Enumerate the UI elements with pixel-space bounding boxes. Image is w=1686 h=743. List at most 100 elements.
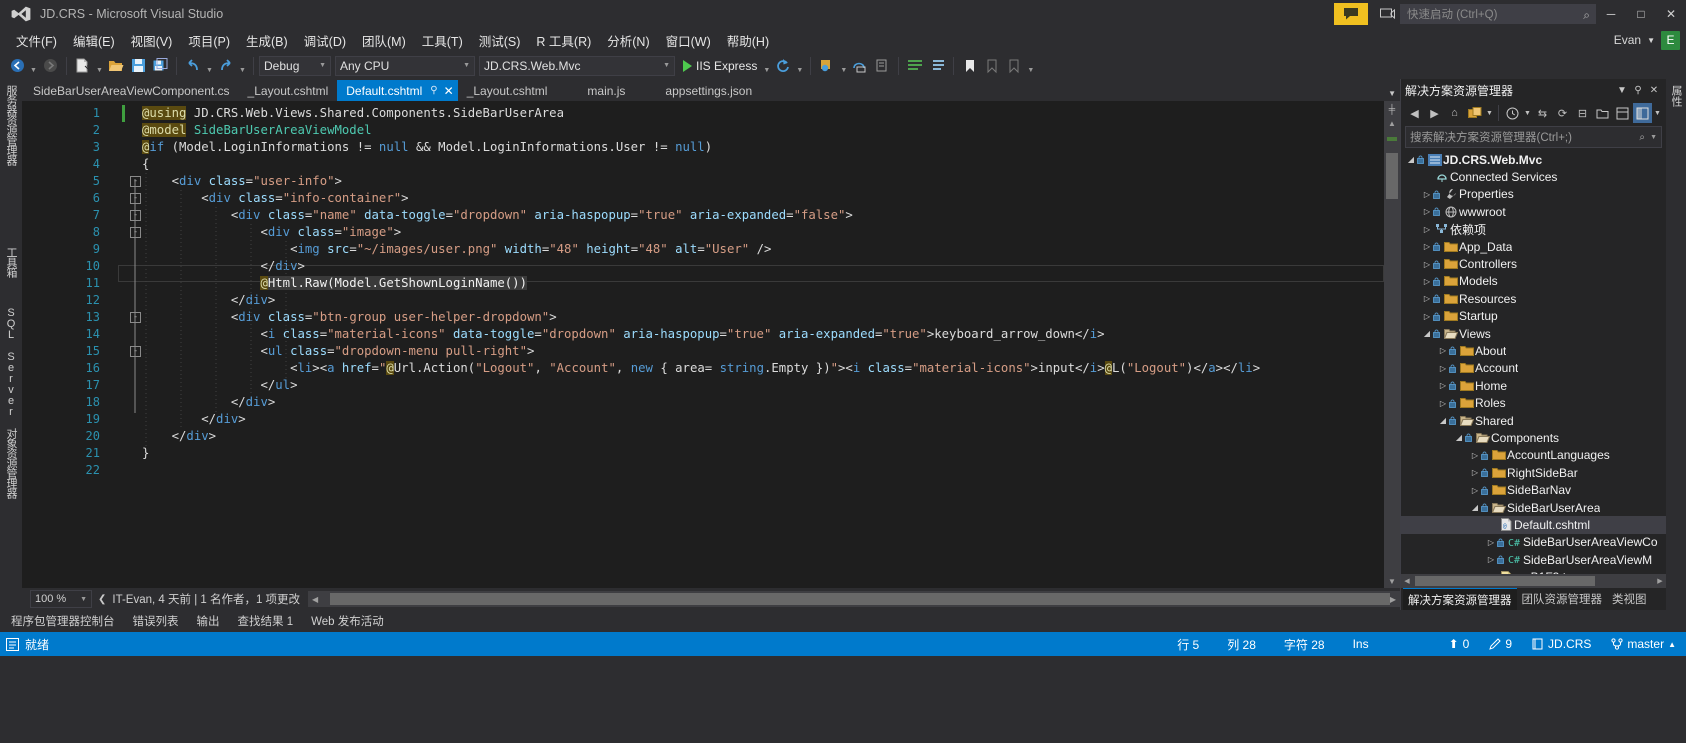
vertical-scroll-thumb[interactable] — [1386, 153, 1398, 199]
expand-arrow-icon[interactable]: ▷ — [1437, 364, 1449, 373]
scroll-down-arrow[interactable]: ▼ — [1384, 577, 1400, 586]
tab-team-explorer[interactable]: 团队资源管理器 — [1517, 589, 1608, 610]
tree-item-controllers[interactable]: ▷ Controllers — [1401, 255, 1666, 272]
navigate-forward-button[interactable] — [39, 55, 61, 77]
menu-window[interactable]: 窗口(W) — [658, 29, 719, 52]
pending-changes-filter-icon[interactable] — [1503, 103, 1522, 123]
properties-icon[interactable] — [1613, 103, 1632, 123]
minimize-button[interactable]: ─ — [1596, 0, 1626, 28]
expand-arrow-icon[interactable]: ▷ — [1437, 346, 1449, 355]
codelens-authors[interactable]: IT-Evan, 4 天前 | 1 名作者，1 项更改 — [112, 591, 300, 607]
editor-vertical-scrollbar[interactable]: ╪ ▲ ▼ — [1384, 101, 1400, 588]
comment-lines-icon[interactable] — [904, 55, 926, 77]
menu-edit[interactable]: 编辑(E) — [65, 29, 123, 52]
tree-item-app-data[interactable]: ▷ App_Data — [1401, 238, 1666, 255]
chevron-down-icon[interactable]: ▼ — [1614, 85, 1630, 96]
collapse-glyph[interactable]: - — [130, 227, 141, 238]
tree-item-sidebarnav[interactable]: ▷ SideBarNav — [1401, 481, 1666, 498]
start-debugging-dropdown[interactable]: ▼ — [761, 52, 772, 80]
switch-views-dropdown[interactable]: ▼ — [1485, 103, 1494, 123]
navigate-backward-dropdown[interactable]: ▼ — [28, 52, 39, 80]
expand-arrow-icon[interactable]: ▷ — [1437, 399, 1449, 408]
step-over-icon[interactable] — [849, 55, 871, 77]
tree-item-jd-crs-web-mvc[interactable]: ◢ JD.CRS.Web.Mvc — [1401, 151, 1666, 168]
switch-views-icon[interactable] — [1465, 103, 1484, 123]
status-branch[interactable]: master ▲ — [1601, 632, 1686, 656]
save-icon[interactable] — [127, 55, 149, 77]
quick-launch-input[interactable]: 快速启动 (Ctrl+Q) ⌕ — [1400, 4, 1596, 24]
menu-help[interactable]: 帮助(H) — [719, 29, 777, 52]
menu-view[interactable]: 视图(V) — [123, 29, 181, 52]
sync-with-active-document-icon[interactable]: ⇆ — [1533, 103, 1552, 123]
expand-arrow-icon[interactable]: ▷ — [1421, 260, 1433, 269]
sql-object-explorer-tab[interactable]: SQL Server 对象资源管理器 — [2, 307, 20, 498]
tree-item-resources[interactable]: ▷ Resources — [1401, 290, 1666, 307]
startup-project-combo[interactable]: JD.CRS.Web.Mvc ▼ — [479, 55, 675, 76]
menu-project[interactable]: 项目(P) — [180, 29, 238, 52]
scroll-right-arrow[interactable]: ▶ — [1654, 577, 1666, 585]
expand-arrow-open-icon[interactable]: ◢ — [1405, 155, 1417, 164]
tree-item-shared[interactable]: ◢ Shared — [1401, 412, 1666, 429]
uncomment-lines-icon[interactable] — [926, 55, 948, 77]
toggle-bookmark-icon[interactable] — [959, 55, 981, 77]
editor-tab-sidebaruserareaviewcomponent[interactable]: SideBarUserAreaViewComponent.cs — [24, 80, 239, 101]
collapse-glyph[interactable]: - — [130, 176, 141, 187]
scroll-left-arrow[interactable]: ◀ — [1401, 577, 1413, 585]
account-area[interactable]: Evan ▼ E — [1614, 28, 1680, 52]
expand-arrow-open-icon[interactable]: ◢ — [1437, 416, 1449, 425]
collapse-glyph[interactable]: - — [130, 193, 141, 204]
expand-arrow-icon[interactable]: ▷ — [1421, 277, 1433, 286]
next-bookmark-icon[interactable] — [1003, 55, 1025, 77]
close-icon[interactable]: ✕ — [444, 84, 454, 98]
solution-tree[interactable]: ◢ JD.CRS.Web.Mvc Connected Services ▷ Proper… — [1401, 151, 1666, 574]
toolbox-tab[interactable]: 工具箱 — [2, 247, 20, 277]
tree-item-connected-services[interactable]: Connected Services — [1401, 168, 1666, 185]
collapse-glyph[interactable]: - — [130, 210, 141, 221]
expand-arrow-icon[interactable]: ▷ — [1421, 207, 1433, 216]
new-project-dropdown[interactable]: ▼ — [94, 52, 105, 80]
dock-tab-find-results[interactable]: 查找结果 1 — [229, 611, 303, 632]
tree-item-home[interactable]: ▷ Home — [1401, 377, 1666, 394]
chevron-down-icon[interactable]: ▼ — [1650, 134, 1657, 141]
filter-dropdown[interactable]: ▼ — [1523, 103, 1532, 123]
collapse-glyph[interactable]: - — [130, 346, 141, 357]
editor-tab-appsettings[interactable]: appsettings.json — [656, 80, 761, 101]
tree-item-startup[interactable]: ▷ Startup — [1401, 308, 1666, 325]
preview-dropdown[interactable]: ▼ — [1653, 103, 1662, 123]
dock-tab-error-list[interactable]: 错误列表 — [124, 611, 188, 632]
tree-item-account[interactable]: ▷ Account — [1401, 360, 1666, 377]
pin-icon[interactable]: ⚲ — [1630, 85, 1646, 96]
tree-item-sidebaruserarea[interactable]: ◢ SideBarUserArea — [1401, 499, 1666, 516]
collapse-glyph[interactable]: - — [130, 312, 141, 323]
menu-build[interactable]: 生成(B) — [238, 29, 296, 52]
zoom-level-select[interactable]: 100 % ▼ — [30, 590, 92, 608]
editor-tab-mainjs[interactable]: main.js — [578, 80, 634, 101]
tree-item-components[interactable]: ◢ Components — [1401, 429, 1666, 446]
redo-dropdown[interactable]: ▼ — [237, 52, 248, 80]
step-into-icon[interactable] — [871, 55, 893, 77]
open-file-icon[interactable] — [105, 55, 127, 77]
refresh-icon[interactable]: ⟳ — [1553, 103, 1572, 123]
expand-arrow-open-icon[interactable]: ◢ — [1469, 503, 1481, 512]
dock-tab-output[interactable]: 输出 — [188, 611, 229, 632]
tree-item-sidebaruserareaviewco[interactable]: ▷ C# SideBarUserAreaViewCo — [1401, 534, 1666, 551]
editor-tab-default-cshtml[interactable]: Default.cshtml ⚲ ✕ — [337, 80, 458, 101]
expand-arrow-open-icon[interactable]: ◢ — [1453, 433, 1465, 442]
menu-team[interactable]: 团队(M) — [354, 29, 414, 52]
start-debugging-button[interactable]: IIS Express — [679, 55, 761, 77]
solution-explorer-search-input[interactable]: 搜索解决方案资源管理器(Ctrl+;) ⌕ ▼ — [1405, 126, 1662, 148]
tree-item-views[interactable]: ◢ Views — [1401, 325, 1666, 342]
editor-horizontal-scrollbar[interactable]: ◀ ▶ — [308, 591, 1400, 607]
expand-arrow-icon[interactable]: ▷ — [1421, 294, 1433, 303]
undo-dropdown[interactable]: ▼ — [204, 52, 215, 80]
refresh-dropdown[interactable]: ▼ — [794, 52, 805, 80]
expand-arrow-icon[interactable]: ▷ — [1437, 381, 1449, 390]
tree-item-rightsidebar[interactable]: ▷ RightSideBar — [1401, 464, 1666, 481]
tree-item-wwwroot[interactable]: ▷ wwwroot — [1401, 203, 1666, 220]
menu-tools[interactable]: 工具(T) — [414, 29, 471, 52]
forward-icon[interactable]: ▶ — [1425, 103, 1444, 123]
home-icon[interactable]: ⌂ — [1445, 103, 1464, 123]
new-project-icon[interactable] — [72, 55, 94, 77]
solution-platform-combo[interactable]: Any CPU ▼ — [335, 55, 475, 76]
editor-split-button[interactable]: ╪ — [1384, 101, 1400, 117]
